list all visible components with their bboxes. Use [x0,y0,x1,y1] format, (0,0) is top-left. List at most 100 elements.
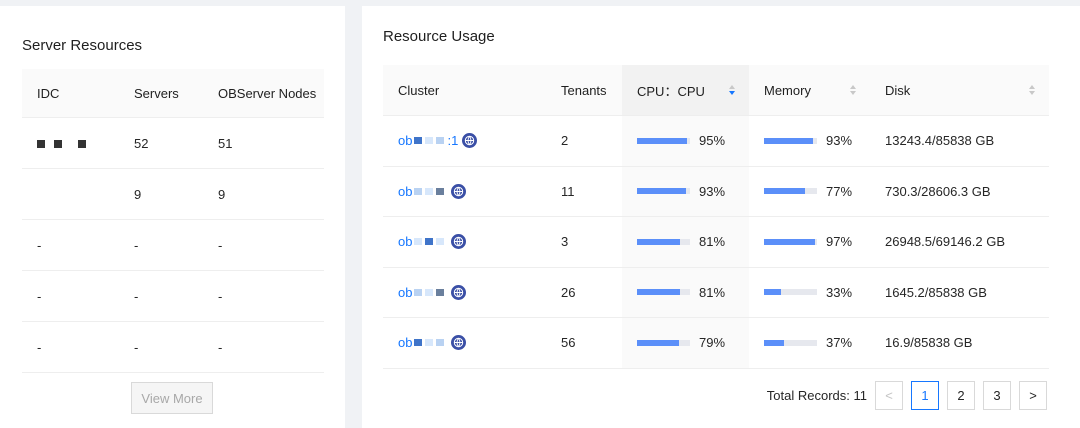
disk-header-label: Disk [885,82,911,98]
table-row: 9 9 [22,169,324,220]
page-button-3[interactable]: 3 [983,381,1011,410]
cpu-usage: 93% [637,184,725,199]
cluster-name-prefix: ob [398,133,413,149]
memory-cell: 77% [749,184,870,199]
cpu-usage: 81% [637,285,725,300]
cpu-cell: 81% [622,267,749,317]
memory-percent: 33% [826,284,853,300]
table-row: 52 51 [22,118,324,169]
page-button-1[interactable]: 1 [911,381,939,410]
globe-icon [462,133,478,149]
resource-usage-table: Cluster Tenants CPU：CPU Memory Disk ob :… [383,65,1049,369]
sort-icon[interactable] [850,84,856,96]
cpu-cell: 79% [622,318,749,368]
nodes-cell: - [218,288,223,304]
cpu-cell: 95% [622,116,749,166]
cpu-cell: 93% [622,166,749,216]
cpu-percent: 79% [699,335,726,351]
memory-usage: 37% [764,335,870,350]
disk-cell: 1645.2/85838 GB [885,284,987,300]
masked-cluster-name [414,339,447,347]
memory-progress-bar [764,137,817,144]
column-header-disk[interactable]: Disk [870,83,1049,98]
cluster-link[interactable]: ob [398,335,467,351]
tenants-cell: 56 [561,335,576,351]
servers-cell: - [134,288,139,304]
nodes-cell: - [218,237,223,253]
cluster-name-prefix: ob [398,234,413,250]
idc-cell: - [37,339,42,355]
cpu-usage: 81% [637,234,725,249]
column-header-memory[interactable]: Memory [749,83,870,98]
cluster-cell: ob [383,234,545,250]
column-header-cpu[interactable]: CPU：CPU [622,65,749,115]
cluster-link[interactable]: ob [398,183,467,199]
disk-cell: 13243.4/85838 GB [885,133,995,149]
nodes-cell: 51 [218,135,233,151]
table-row: ob 56 79% 37% 16.9/85838 GB [383,318,1049,369]
memory-percent: 77% [826,183,853,199]
sort-icon[interactable] [1029,84,1035,96]
tenants-cell: 3 [561,234,569,250]
cpu-percent: 93% [699,183,726,199]
globe-icon [451,183,467,199]
cpu-header-label: CPU：CPU [637,83,705,99]
idc-cell: - [37,288,42,304]
resource-usage-card: Resource Usage Cluster Tenants CPU：CPU M… [362,6,1080,428]
table-row: - - - [22,322,324,373]
tenants-cell: 11 [561,183,575,199]
memory-progress-bar [764,238,817,245]
servers-cell: 9 [134,186,142,202]
sort-icon[interactable] [729,84,735,96]
masked-cluster-name [414,288,447,296]
servers-cell: - [134,339,139,355]
table-header: IDC Servers OBServer Nodes [22,69,324,118]
table-row: - - - [22,220,324,271]
servers-cell: - [134,237,139,253]
chevron-left-icon[interactable]: < [875,381,903,410]
cluster-link[interactable]: ob [398,234,467,250]
masked-idc-name [37,139,86,148]
server-resources-table: IDC Servers OBServer Nodes 52 51 9 9 - -… [22,69,324,373]
table-row: ob 26 81% 33% 1645.2/85838 GB [383,267,1049,318]
cluster-link[interactable]: ob :1 [398,133,478,149]
cluster-link[interactable]: ob [398,284,467,300]
idc-cell: - [37,237,42,253]
cluster-name-prefix: ob [398,335,413,351]
servers-cell: 52 [134,135,149,151]
cpu-progress-bar [637,238,690,245]
memory-progress-bar [764,289,817,296]
masked-cluster-name [414,137,447,145]
memory-cell: 33% [749,285,870,300]
cluster-name-suffix: :1 [447,133,459,149]
column-header-idc: IDC [37,85,60,101]
pagination: Total Records: 11 < 1 2 3 > [767,381,1047,410]
memory-progress-bar [764,339,817,346]
column-header-tenants: Tenants [561,82,607,98]
cluster-name-prefix: ob [398,284,413,300]
view-more-button[interactable]: View More [131,382,213,414]
column-header-servers: Servers [134,85,179,101]
cpu-progress-bar [637,188,690,195]
memory-usage: 33% [764,285,870,300]
cluster-cell: ob [383,284,545,300]
disk-cell: 730.3/28606.3 GB [885,183,991,199]
memory-usage: 77% [764,184,870,199]
memory-percent: 37% [826,335,853,351]
cluster-cell: ob [383,335,545,351]
column-header-cluster: Cluster [398,82,440,98]
cpu-progress-bar [637,339,690,346]
cluster-name-prefix: ob [398,183,413,199]
cluster-cell: ob [383,183,545,199]
table-row: ob 11 93% 77% 730.3/28606.3 GB [383,166,1049,217]
chevron-right-icon[interactable]: > [1019,381,1047,410]
tenants-cell: 2 [561,133,569,149]
masked-cluster-name [414,187,447,195]
total-records: Total Records: 11 [766,388,867,403]
cluster-cell: ob :1 [383,133,545,149]
memory-cell: 37% [749,335,870,350]
page-button-2[interactable]: 2 [947,381,975,410]
cpu-progress-bar [637,137,690,144]
cpu-percent: 95% [699,133,726,149]
masked-cluster-name [414,238,447,246]
